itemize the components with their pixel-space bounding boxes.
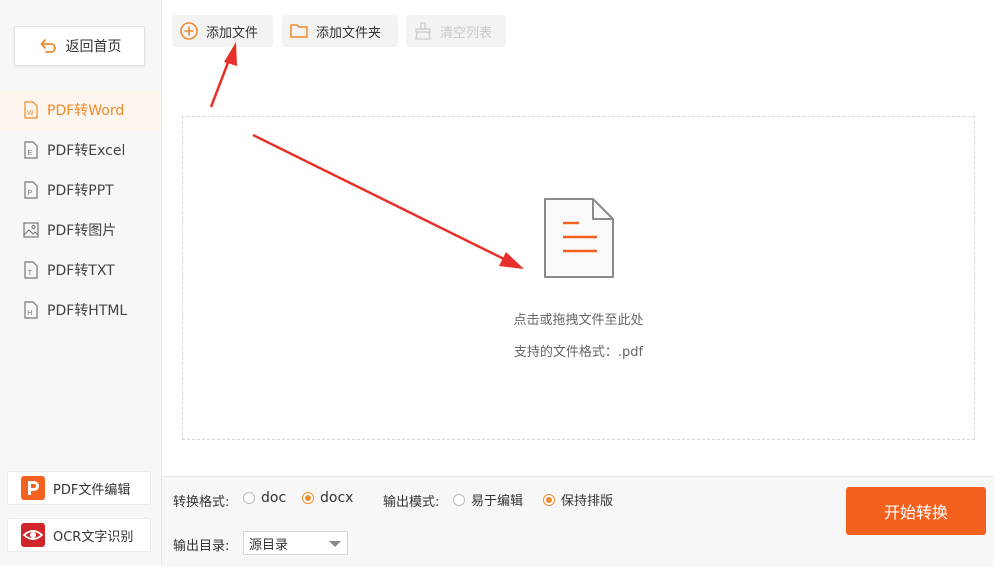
radio-label: doc bbox=[261, 490, 287, 506]
back-home-label: 返回首页 bbox=[65, 39, 122, 55]
nav-label: PDF转HTML bbox=[47, 303, 128, 319]
nav-label: PDF转图片 bbox=[47, 223, 117, 239]
radio-circle bbox=[243, 492, 255, 504]
mode-easy-edit-radio[interactable]: 易于编辑 bbox=[453, 490, 523, 509]
clear-list-label: 清空列表 bbox=[440, 25, 493, 41]
arrow-to-add-file bbox=[209, 59, 231, 108]
pdf-editor-tool-button[interactable]: PDF文件编辑 bbox=[7, 471, 151, 505]
radio-circle bbox=[543, 493, 555, 506]
clear-list-button[interactable]: 清空列表 bbox=[406, 15, 506, 47]
ocr-tool-button[interactable]: OCR文字识别 bbox=[7, 518, 151, 552]
nav-item-pdf-to-html[interactable]: H PDF转HTML bbox=[0, 290, 161, 330]
txt-doc-icon: T bbox=[21, 260, 41, 280]
svg-text:T: T bbox=[28, 270, 33, 277]
nav-item-pdf-to-txt[interactable]: T PDF转TXT bbox=[0, 250, 161, 290]
supported-formats-text: 支持的文件格式：.pdf bbox=[513, 345, 644, 360]
svg-text:H: H bbox=[27, 310, 32, 317]
ocr-label: OCR文字识别 bbox=[53, 529, 134, 545]
broom-icon bbox=[413, 21, 433, 41]
radio-circle bbox=[302, 492, 314, 504]
ocr-eye-logo-icon bbox=[21, 523, 45, 547]
add-file-label: 添加文件 bbox=[206, 25, 259, 41]
drop-hint-text: 点击或拖拽文件至此处 bbox=[513, 313, 644, 328]
ppt-doc-icon: P bbox=[21, 180, 41, 200]
image-icon bbox=[21, 220, 41, 240]
folder-icon bbox=[289, 21, 309, 41]
radio-circle bbox=[453, 493, 465, 506]
format-doc-radio[interactable]: doc bbox=[243, 490, 286, 506]
nav-item-pdf-to-image[interactable]: PDF转图片 bbox=[0, 210, 161, 250]
chevron-down-icon bbox=[329, 541, 341, 547]
nav-item-pdf-to-ppt[interactable]: P PDF转PPT bbox=[0, 170, 161, 210]
add-file-button[interactable]: 添加文件 bbox=[172, 15, 273, 47]
nav-item-pdf-to-excel[interactable]: E PDF转Excel bbox=[0, 130, 161, 170]
conversion-nav: W PDF转Word E PDF转Excel P PDF转PPT PDF转图片 … bbox=[0, 90, 161, 330]
start-convert-button[interactable]: 开始转换 bbox=[846, 487, 986, 535]
svg-text:E: E bbox=[28, 150, 33, 157]
back-home-button[interactable]: 返回首页 bbox=[14, 26, 145, 66]
add-folder-button[interactable]: 添加文件夹 bbox=[282, 15, 398, 47]
output-dir-value: 源目录 bbox=[249, 537, 289, 553]
radio-label: 保持排版 bbox=[561, 494, 614, 509]
format-label: 转换格式: bbox=[173, 495, 230, 510]
pdf-editor-logo-icon bbox=[21, 476, 45, 500]
add-folder-label: 添加文件夹 bbox=[316, 25, 382, 41]
output-dir-label: 输出目录: bbox=[173, 539, 230, 554]
svg-text:P: P bbox=[28, 190, 33, 197]
nav-label: PDF转TXT bbox=[47, 263, 115, 279]
radio-label: 易于编辑 bbox=[471, 494, 524, 509]
svg-text:W: W bbox=[27, 110, 34, 117]
nav-label: PDF转PPT bbox=[47, 183, 114, 199]
html-doc-icon: H bbox=[21, 300, 41, 320]
document-illustration-icon bbox=[544, 198, 614, 278]
nav-label: PDF转Word bbox=[47, 103, 125, 119]
word-doc-icon: W bbox=[21, 100, 41, 120]
output-mode-label: 输出模式: bbox=[383, 495, 440, 510]
nav-label: PDF转Excel bbox=[47, 143, 126, 159]
radio-label: docx bbox=[320, 490, 354, 506]
format-docx-radio[interactable]: docx bbox=[302, 490, 353, 506]
output-dir-select[interactable]: 源目录 bbox=[243, 531, 348, 555]
add-circle-icon bbox=[179, 21, 199, 41]
mode-keep-layout-radio[interactable]: 保持排版 bbox=[543, 490, 613, 509]
back-arrow-icon bbox=[38, 36, 58, 56]
sidebar: 返回首页 W PDF转Word E PDF转Excel P PDF转PPT PD… bbox=[0, 0, 162, 566]
nav-item-pdf-to-word[interactable]: W PDF转Word bbox=[0, 90, 161, 130]
pdf-editor-label: PDF文件编辑 bbox=[53, 482, 131, 498]
excel-doc-icon: E bbox=[21, 140, 41, 160]
